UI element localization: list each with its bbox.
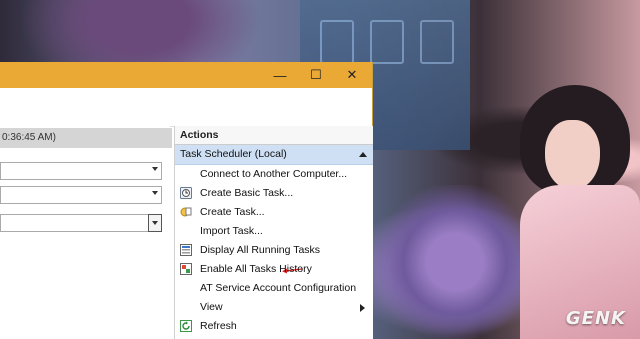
dropdown-1[interactable] [0, 162, 162, 180]
create-task-icon [180, 207, 192, 217]
action-label: Refresh [200, 320, 237, 332]
lavender-bouquet [370, 185, 540, 339]
watermark-logo: GENK [565, 308, 626, 329]
dropdown-2[interactable] [0, 186, 162, 204]
time-header: 0:36:45 AM) [0, 128, 172, 148]
action-label: Create Task... [200, 206, 265, 218]
task-scheduler-window: — ☐ ✕ 0:36:45 AM) Actions Task Scheduler… [0, 62, 373, 339]
create-basic-task-icon [180, 187, 192, 199]
actions-header: Actions [175, 126, 373, 145]
action-label: Import Task... [200, 225, 263, 237]
close-button[interactable]: ✕ [334, 62, 370, 88]
action-enable-history[interactable]: Enable All Tasks History [175, 260, 373, 279]
refresh-icon [180, 320, 192, 332]
chevron-down-icon [152, 167, 158, 171]
task-scheduler-local-group[interactable]: Task Scheduler (Local) [175, 145, 373, 165]
action-view[interactable]: View [175, 298, 373, 317]
action-label: Connect to Another Computer... [200, 168, 348, 180]
action-label: Create Basic Task... [200, 187, 294, 199]
action-connect-computer[interactable]: Connect to Another Computer... [175, 165, 373, 184]
action-label: AT Service Account Configuration [200, 282, 357, 294]
action-label: View [200, 301, 223, 313]
running-tasks-icon [180, 244, 192, 256]
title-bar[interactable]: — ☐ ✕ [0, 62, 372, 88]
action-import-task[interactable]: Import Task... [175, 222, 373, 241]
group-label: Task Scheduler (Local) [180, 148, 287, 160]
actions-pane: Actions Task Scheduler (Local) Connect t… [174, 126, 373, 339]
chevron-down-icon [152, 191, 158, 195]
action-label: Display All Running Tasks [200, 244, 321, 256]
dropdown-3[interactable] [0, 214, 162, 232]
maximize-button[interactable]: ☐ [298, 62, 334, 88]
action-create-basic-task[interactable]: Create Basic Task... [175, 184, 373, 274]
menu-toolbar-area [0, 88, 372, 127]
action-create-task[interactable]: Create Task... [175, 203, 373, 222]
building-ornament [370, 20, 404, 64]
tasks-history-icon [180, 263, 192, 275]
action-label: Enable All Tasks History [200, 263, 312, 275]
center-pane: 0:36:45 AM) [0, 126, 172, 339]
dropdown-button[interactable] [148, 214, 162, 232]
collapse-icon[interactable] [359, 152, 367, 157]
building-ornament [420, 20, 454, 64]
chevron-right-icon [360, 304, 365, 312]
minimize-button[interactable]: — [262, 62, 298, 88]
action-display-running[interactable]: Display All Running Tasks [175, 241, 373, 260]
woman-face [545, 120, 600, 190]
chevron-down-icon [152, 221, 158, 225]
action-at-service[interactable]: AT Service Account Configuration [175, 279, 373, 298]
building-ornament [320, 20, 354, 64]
action-refresh[interactable]: Refresh [175, 317, 373, 336]
